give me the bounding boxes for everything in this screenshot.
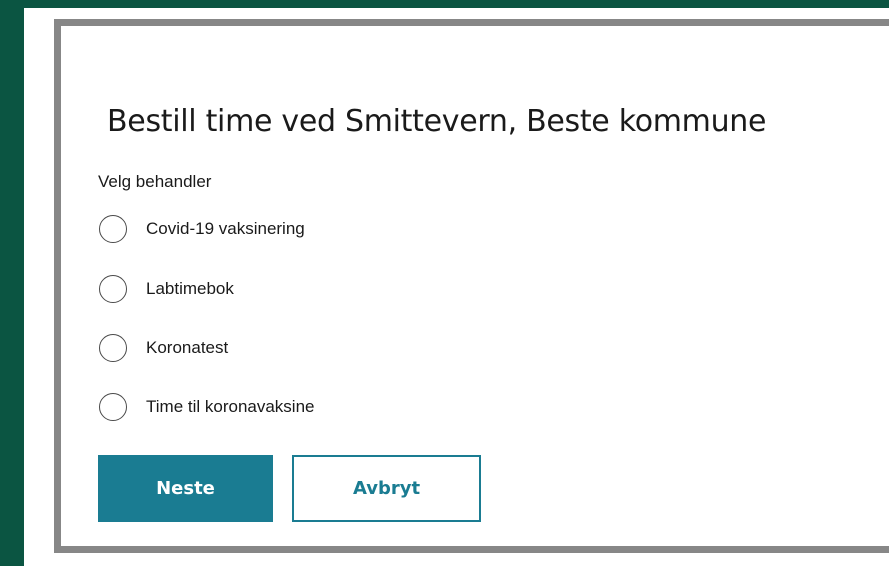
next-button[interactable]: Neste <box>98 455 273 522</box>
option-label: Time til koronavaksine <box>146 397 315 416</box>
option-label: Covid-19 vaksinering <box>146 219 305 238</box>
cancel-button[interactable]: Avbryt <box>292 455 481 522</box>
background-frame-left <box>0 0 24 566</box>
treatment-group-label: Velg behandler <box>98 172 212 191</box>
option-koronatest[interactable]: Koronatest <box>99 333 228 363</box>
option-time-til-koronavaksine[interactable]: Time til koronavaksine <box>99 392 315 422</box>
option-covid-19-vaksinering[interactable]: Covid-19 vaksinering <box>99 214 305 244</box>
option-label: Koronatest <box>146 338 229 357</box>
option-label: Labtimebok <box>146 279 234 298</box>
radio-labtimebok[interactable] <box>99 275 127 303</box>
radio-koronatest[interactable] <box>99 334 127 362</box>
background-frame-top <box>0 0 889 8</box>
radio-covid-19-vaksinering[interactable] <box>99 215 127 243</box>
option-labtimebok[interactable]: Labtimebok <box>99 274 234 304</box>
radio-time-til-koronavaksine[interactable] <box>99 393 127 421</box>
dialog-title: Bestill time ved Smittevern, Beste kommu… <box>107 104 767 139</box>
